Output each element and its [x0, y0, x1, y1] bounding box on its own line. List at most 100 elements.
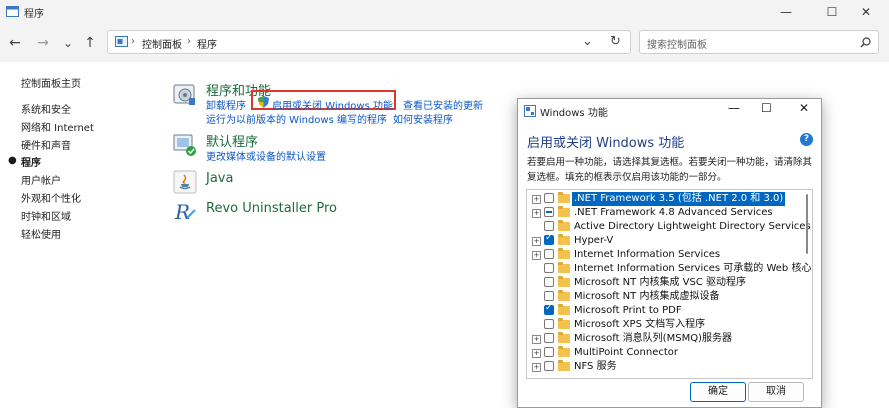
feature-row[interactable]: + Microsoft 消息队列(MSMQ)服务器 — [527, 332, 799, 346]
dialog-title: Windows 功能 — [540, 108, 608, 119]
close-button[interactable]: ✕ — [843, 0, 889, 24]
dialog-heading: 启用或关闭 Windows 功能 — [527, 136, 685, 151]
java-icon — [173, 170, 197, 194]
folder-icon — [558, 346, 570, 357]
nav-system-security[interactable]: 系统和安全 — [21, 101, 71, 116]
search-input[interactable]: 搜索控制面板 — [647, 36, 707, 51]
feature-row[interactable]: + Hyper-V — [527, 233, 799, 248]
uninstall-program-link[interactable]: 卸载程序 — [206, 97, 246, 112]
search-box[interactable]: 搜索控制面板 — [639, 30, 879, 54]
nav-programs[interactable]: 程序 — [21, 154, 41, 169]
expand-icon[interactable]: + — [532, 195, 541, 204]
feature-row[interactable]: Internet Information Services 可承载的 Web 核… — [527, 262, 811, 276]
feature-checkbox[interactable] — [544, 319, 554, 329]
feature-row[interactable]: Microsoft Print to PDF — [527, 303, 799, 318]
feature-row[interactable]: + NFS 服务 — [527, 360, 799, 374]
nav-hardware-sound[interactable]: 硬件和声音 — [21, 137, 71, 152]
feature-label: Microsoft 消息队列(MSMQ)服务器 — [574, 333, 732, 344]
feature-label: NFS 服务 — [574, 361, 617, 372]
feature-checkbox[interactable] — [544, 303, 554, 315]
feature-checkbox[interactable] — [544, 361, 554, 371]
breadcrumb-control-panel[interactable]: 控制面板 — [142, 36, 182, 51]
nav-user-accounts[interactable]: 用户帐户 — [21, 172, 61, 187]
scrollbar-thumb[interactable] — [806, 194, 808, 254]
windows-features-dialog: Windows 功能 — ☐ ✕ 启用或关闭 Windows 功能 ? 若要启用… — [517, 98, 822, 408]
java-title[interactable]: Java — [206, 171, 233, 186]
run-older-programs-link[interactable]: 运行为以前版本的 Windows 编写的程序 — [206, 111, 387, 126]
change-media-defaults-link[interactable]: 更改媒体或设备的默认设置 — [206, 148, 326, 163]
help-icon[interactable]: ? — [800, 133, 813, 146]
toggle-windows-features-link[interactable]: 启用或关闭 Windows 功能 — [272, 97, 393, 112]
dialog-description: 若要启用一种功能，请选择其复选框。若要关闭一种功能，请清除其复选框。填充的框表示… — [527, 157, 813, 183]
cancel-button[interactable]: 取消 — [748, 382, 804, 402]
expand-icon[interactable]: + — [532, 349, 541, 358]
forward-arrow-icon[interactable]: → — [34, 34, 52, 52]
back-arrow-icon[interactable]: ← — [6, 34, 24, 52]
nav-appearance[interactable]: 外观和个性化 — [21, 190, 81, 205]
feature-label: Microsoft Print to PDF — [574, 305, 682, 316]
view-installed-updates-link[interactable]: 查看已安装的更新 — [403, 97, 483, 112]
expand-icon[interactable]: + — [532, 237, 541, 246]
uac-shield-icon — [258, 96, 269, 108]
folder-icon — [558, 360, 570, 371]
feature-label: Hyper-V — [574, 235, 614, 246]
breadcrumb-programs[interactable]: 程序 — [197, 36, 217, 51]
feature-checkbox[interactable] — [544, 207, 554, 217]
feature-row[interactable]: + MultiPoint Connector — [527, 346, 799, 360]
nav-clock-region[interactable]: 时钟和区域 — [21, 208, 71, 223]
feature-label: Microsoft XPS 文档写入程序 — [574, 319, 706, 330]
folder-icon — [558, 290, 570, 301]
feature-checkbox[interactable] — [544, 291, 554, 301]
scrollbar[interactable] — [804, 192, 810, 376]
windows-features-app-icon — [524, 105, 536, 117]
revo-uninstaller-title[interactable]: Revo Uninstaller Pro — [206, 201, 337, 216]
active-bullet-icon: ● — [8, 155, 17, 166]
up-arrow-icon[interactable]: ↑ — [81, 34, 99, 52]
nav-ease-of-access[interactable]: 轻松使用 — [21, 226, 61, 241]
dialog-minimize-button[interactable]: — — [728, 101, 740, 115]
ok-button[interactable]: 确定 — [690, 382, 746, 402]
feature-checkbox[interactable] — [544, 221, 554, 231]
feature-checkbox[interactable] — [544, 249, 554, 259]
refresh-icon[interactable]: ↻ — [610, 34, 621, 49]
feature-checkbox[interactable] — [544, 233, 554, 245]
how-to-install-link[interactable]: 如何安装程序 — [393, 111, 453, 126]
breadcrumb-separator: › — [187, 36, 191, 47]
feature-row[interactable]: Microsoft NT 内核集成虚拟设备 — [527, 290, 799, 304]
feature-checkbox[interactable] — [544, 263, 554, 273]
svg-text:R: R — [174, 200, 190, 224]
feature-label: .NET Framework 3.5 (包括 .NET 2.0 和 3.0) — [572, 192, 786, 206]
minimize-button[interactable]: — — [763, 0, 809, 24]
folder-icon — [558, 304, 570, 315]
address-bar[interactable]: › 控制面板 › 程序 ⌄ ↻ — [107, 30, 631, 54]
folder-icon — [558, 262, 570, 273]
feature-checkbox[interactable] — [544, 347, 554, 357]
feature-checkbox[interactable] — [544, 277, 554, 287]
feature-checkbox[interactable] — [544, 333, 554, 343]
feature-row[interactable]: + Internet Information Services — [527, 248, 799, 262]
expand-icon[interactable]: + — [532, 335, 541, 344]
expand-icon[interactable]: + — [532, 251, 541, 260]
folder-icon — [558, 332, 570, 343]
feature-row[interactable]: + .NET Framework 3.5 (包括 .NET 2.0 和 3.0) — [527, 192, 799, 206]
feature-row[interactable]: + .NET Framework 4.8 Advanced Services — [527, 206, 799, 220]
feature-row[interactable]: Active Directory Lightweight Directory S… — [527, 220, 811, 234]
features-tree[interactable]: + .NET Framework 3.5 (包括 .NET 2.0 和 3.0) +… — [526, 189, 813, 379]
dialog-close-button[interactable]: ✕ — [799, 101, 809, 115]
recent-locations-chevron-icon[interactable]: ⌄ — [59, 34, 77, 52]
breadcrumb-separator: › — [131, 36, 135, 47]
default-programs-icon — [173, 133, 197, 157]
folder-icon — [558, 318, 570, 329]
nav-network-internet[interactable]: 网络和 Internet — [21, 119, 94, 134]
feature-label: Internet Information Services 可承载的 Web 核… — [574, 263, 812, 274]
feature-row[interactable]: Microsoft NT 内核集成 VSC 驱动程序 — [527, 276, 799, 290]
feature-label: Active Directory Lightweight Directory S… — [574, 221, 811, 232]
nav-control-panel-home[interactable]: 控制面板主页 — [21, 75, 81, 90]
address-dropdown-chevron-icon[interactable]: ⌄ — [582, 34, 593, 49]
feature-row[interactable]: Microsoft XPS 文档写入程序 — [527, 318, 799, 332]
expand-icon[interactable]: + — [532, 209, 541, 218]
feature-checkbox[interactable] — [544, 193, 554, 203]
search-icon[interactable] — [860, 37, 871, 48]
expand-icon[interactable]: + — [532, 363, 541, 372]
dialog-maximize-button[interactable]: ☐ — [761, 101, 772, 115]
